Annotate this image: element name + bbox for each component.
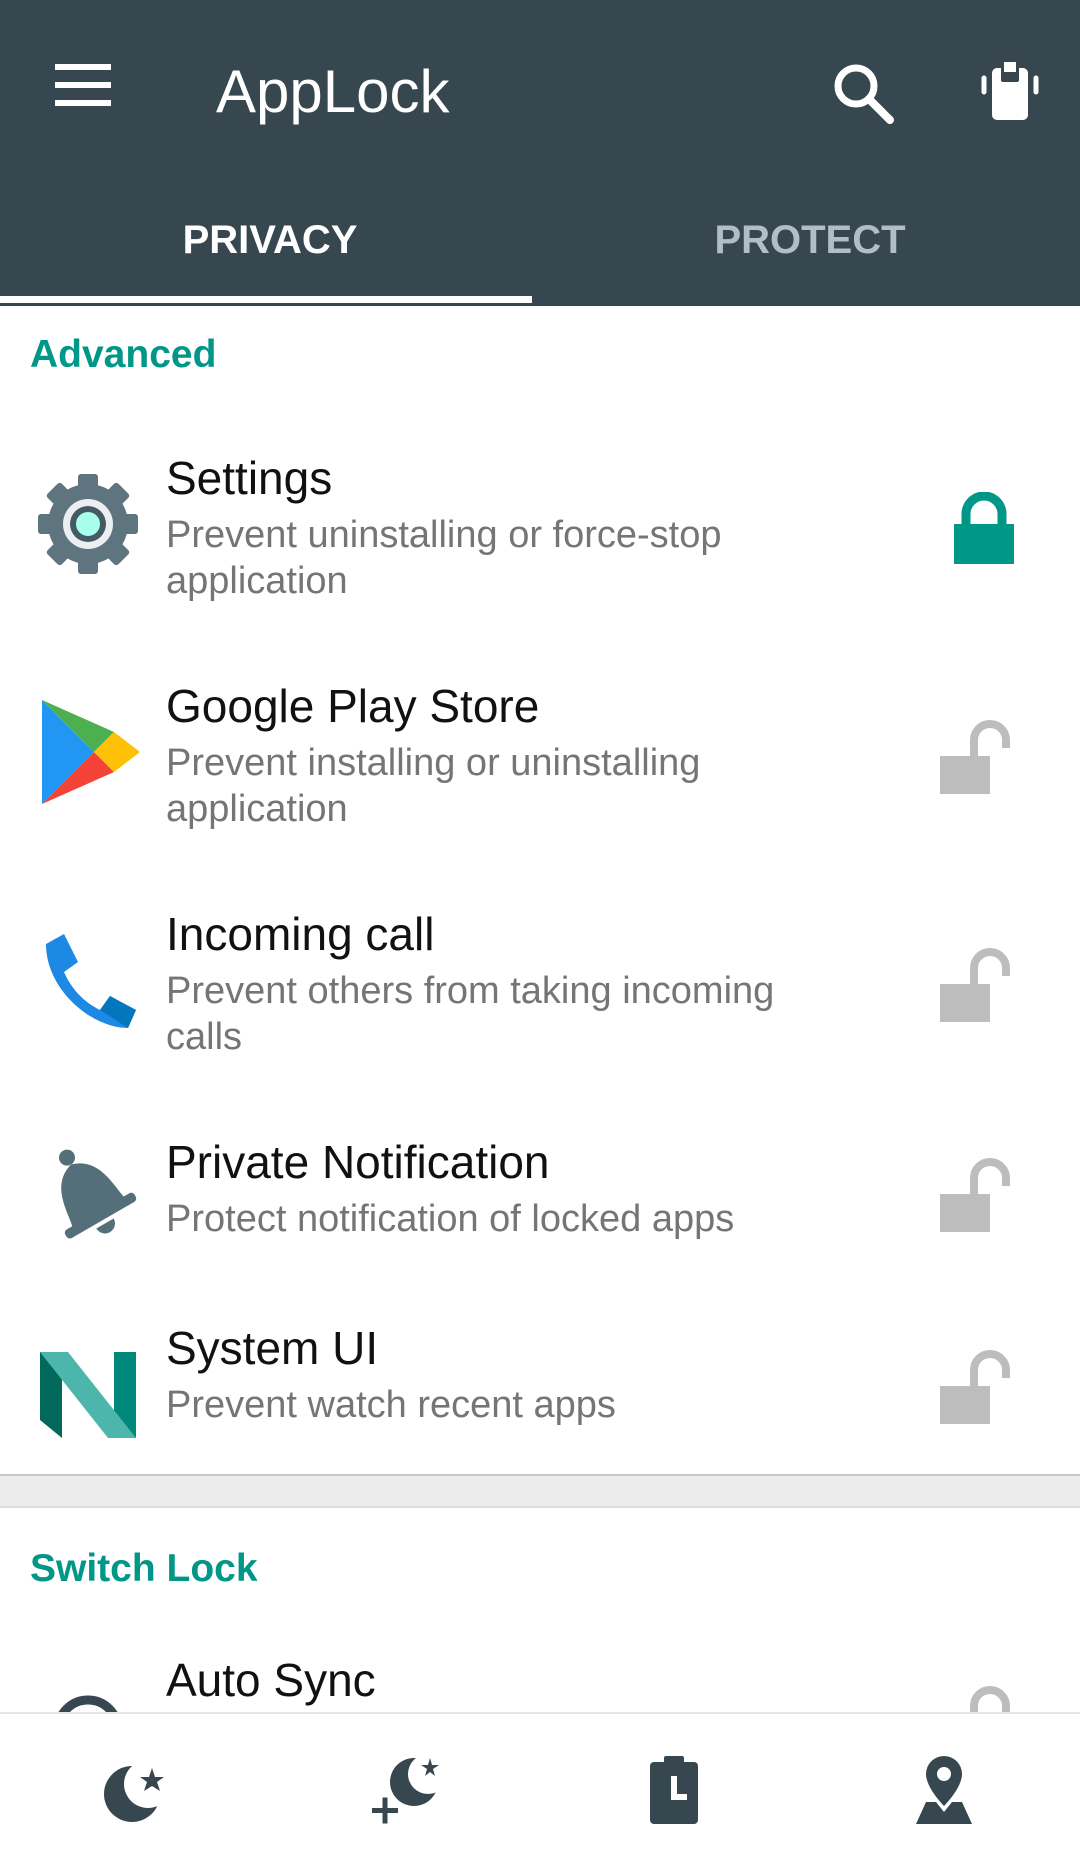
list-item-private-notification[interactable]: Private Notification Protect notificatio… — [0, 1124, 1080, 1290]
add-moon-icon[interactable] — [366, 1750, 448, 1830]
play-store-icon — [32, 696, 144, 808]
app-title: AppLock — [216, 58, 450, 125]
lock-unlocked-icon[interactable] — [938, 946, 1014, 1026]
clipboard-timer-icon[interactable] — [634, 1750, 714, 1830]
lock-unlocked-icon[interactable] — [938, 1348, 1014, 1428]
lock-locked-icon[interactable] — [946, 491, 1022, 572]
section-header-switch-lock: Switch Lock — [30, 1547, 258, 1590]
system-ui-n-icon — [32, 1330, 144, 1442]
phone-icon — [32, 924, 144, 1036]
list-item-settings[interactable]: Settings Prevent uninstalling or force-s… — [0, 440, 1080, 650]
menu-icon[interactable] — [50, 64, 116, 120]
bell-icon — [32, 1138, 144, 1250]
item-title: Private Notification — [166, 1136, 550, 1188]
search-icon[interactable] — [828, 58, 900, 130]
tab-privacy[interactable]: PRIVACY — [0, 200, 540, 306]
item-description: Prevent installing or uninstalling appli… — [166, 742, 701, 830]
list-item-system-ui[interactable]: System UI Prevent watch recent apps — [0, 1316, 1080, 1474]
item-description: Prevent uninstalling or force-stop appli… — [166, 514, 722, 602]
tab-protect[interactable]: PROTECT — [540, 200, 1080, 306]
tab-indicator — [0, 296, 532, 303]
lock-unlocked-icon[interactable] — [938, 718, 1014, 798]
item-title: Settings — [166, 452, 333, 504]
item-description: Prevent watch recent apps — [166, 1384, 616, 1426]
list-item-play-store[interactable]: Google Play Store Prevent installing or … — [0, 668, 1080, 878]
location-pin-icon[interactable] — [904, 1750, 984, 1830]
item-title: Google Play Store — [166, 680, 540, 732]
item-title: System UI — [166, 1322, 379, 1374]
moon-star-icon[interactable] — [96, 1750, 176, 1830]
item-description: Protect notification of locked apps — [166, 1198, 735, 1240]
lock-unlocked-icon[interactable] — [938, 1156, 1014, 1236]
bottom-navigation — [0, 1712, 1080, 1854]
section-divider — [0, 1474, 1080, 1508]
section-header-advanced: Advanced — [30, 333, 217, 376]
item-description: Prevent others from taking incoming call… — [166, 970, 775, 1058]
settings-gear-icon — [32, 468, 144, 580]
app-bar: AppLock PRIVACY PROTECT — [0, 0, 1080, 306]
list-item-incoming-call[interactable]: Incoming call Prevent others from taking… — [0, 896, 1080, 1106]
item-title: Incoming call — [166, 908, 435, 960]
tab-bar: PRIVACY PROTECT — [0, 200, 1080, 306]
item-title: Auto Sync — [166, 1654, 376, 1706]
phone-lock-icon[interactable] — [974, 58, 1046, 130]
